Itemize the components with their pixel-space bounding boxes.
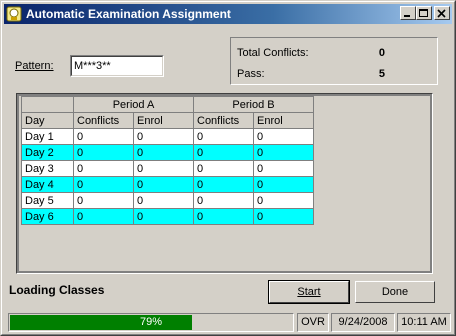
pattern-field-inner bbox=[71, 56, 163, 76]
conflicts-cell[interactable]: 0 bbox=[193, 176, 254, 193]
enrol-cell[interactable]: 0 bbox=[253, 176, 314, 193]
total-conflicts-label: Total Conflicts: bbox=[237, 47, 309, 59]
table-row[interactable]: Day 30000 bbox=[21, 160, 314, 177]
column-header-row: Day Conflicts Enrol Conflicts Enrol bbox=[21, 112, 314, 129]
grid-body: Day 1 0 0 0 0 Day 2 0 0 0 0 Day 3 0 0 0 0 Day 4 0 0 0 0 Day … bbox=[21, 128, 314, 225]
day-cell[interactable]: Day 6 bbox=[21, 208, 74, 225]
conflicts-cell[interactable]: 0 bbox=[73, 144, 134, 161]
table-row[interactable]: Day 50000 bbox=[21, 192, 314, 209]
app-window: Automatic Examination Assignment Pattern… bbox=[0, 0, 456, 336]
enrol-cell[interactable]: 0 bbox=[133, 160, 194, 177]
day-cell[interactable]: Day 1 bbox=[21, 128, 74, 145]
pattern-label-text: Pattern: bbox=[15, 60, 54, 72]
group-header-blank bbox=[21, 96, 74, 113]
enrol-cell[interactable]: 0 bbox=[133, 208, 194, 225]
day-cell[interactable]: Day 3 bbox=[21, 160, 74, 177]
conflicts-cell[interactable]: 0 bbox=[193, 208, 254, 225]
maximize-button[interactable] bbox=[416, 6, 432, 20]
column-header: Day bbox=[21, 112, 74, 129]
date-panel: 9/24/2008 bbox=[331, 313, 395, 332]
conflicts-cell[interactable]: 0 bbox=[73, 128, 134, 145]
title-bar[interactable]: Automatic Examination Assignment bbox=[4, 4, 452, 24]
progress-bar: 79% bbox=[8, 313, 294, 332]
schedule-grid-area[interactable]: Period A Period B Day Conflicts Enrol Co… bbox=[19, 96, 430, 271]
column-header: Enrol bbox=[253, 112, 314, 129]
stats-panel: Total Conflicts: 0 Pass: 5 bbox=[230, 37, 438, 85]
table-row[interactable]: Day 20000 bbox=[21, 144, 314, 161]
pattern-input[interactable] bbox=[72, 57, 162, 75]
enrol-cell[interactable]: 0 bbox=[133, 192, 194, 209]
day-cell[interactable]: Day 5 bbox=[21, 192, 74, 209]
start-button[interactable]: Start bbox=[268, 280, 350, 304]
done-button[interactable]: Done bbox=[355, 281, 435, 303]
conflicts-cell[interactable]: 0 bbox=[193, 128, 254, 145]
enrol-cell[interactable]: 0 bbox=[133, 144, 194, 161]
column-header: Conflicts bbox=[193, 112, 254, 129]
enrol-cell[interactable]: 0 bbox=[253, 160, 314, 177]
enrol-cell[interactable]: 0 bbox=[133, 176, 194, 193]
status-bar: 79% OVR 9/24/2008 10:11 AM bbox=[5, 313, 451, 333]
table-row[interactable]: Day 10000 bbox=[21, 128, 314, 145]
conflicts-cell[interactable]: 0 bbox=[193, 192, 254, 209]
pattern-label: Pattern: bbox=[15, 60, 54, 72]
time-panel: 10:11 AM bbox=[397, 313, 451, 332]
schedule-grid[interactable]: Period A Period B Day Conflicts Enrol Co… bbox=[21, 96, 314, 225]
column-header: Conflicts bbox=[73, 112, 134, 129]
table-row[interactable]: Day 60000 bbox=[21, 208, 314, 225]
minimize-icon bbox=[404, 15, 410, 17]
maximize-icon bbox=[419, 9, 428, 17]
conflicts-cell[interactable]: 0 bbox=[73, 192, 134, 209]
group-header-period-b: Period B bbox=[193, 96, 314, 113]
day-cell[interactable]: Day 4 bbox=[21, 176, 74, 193]
conflicts-cell[interactable]: 0 bbox=[193, 160, 254, 177]
enrol-cell[interactable]: 0 bbox=[253, 144, 314, 161]
progress-text: 79% bbox=[139, 316, 163, 328]
conflicts-cell[interactable]: 0 bbox=[73, 160, 134, 177]
enrol-cell[interactable]: 0 bbox=[253, 192, 314, 209]
total-conflicts-value: 0 bbox=[378, 47, 385, 59]
pattern-field-frame bbox=[70, 55, 164, 77]
group-header-row: Period A Period B bbox=[21, 96, 314, 113]
column-header: Enrol bbox=[133, 112, 194, 129]
schedule-grid-frame: Period A Period B Day Conflicts Enrol Co… bbox=[16, 93, 433, 274]
done-button-label: Done bbox=[381, 286, 409, 298]
start-button-label: Start bbox=[297, 286, 321, 298]
close-icon bbox=[437, 9, 446, 18]
status-message: Loading Classes bbox=[9, 283, 105, 297]
enrol-cell[interactable]: 0 bbox=[253, 128, 314, 145]
conflicts-cell[interactable]: 0 bbox=[73, 176, 134, 193]
enrol-cell[interactable]: 0 bbox=[253, 208, 314, 225]
window-title: Automatic Examination Assignment bbox=[26, 7, 231, 21]
enrol-cell[interactable]: 0 bbox=[133, 128, 194, 145]
conflicts-cell[interactable]: 0 bbox=[193, 144, 254, 161]
pass-label: Pass: bbox=[237, 68, 265, 80]
close-button[interactable] bbox=[434, 6, 450, 20]
group-header-period-a: Period A bbox=[73, 96, 194, 113]
app-icon bbox=[6, 6, 22, 22]
day-cell[interactable]: Day 2 bbox=[21, 144, 74, 161]
table-row[interactable]: Day 40000 bbox=[21, 176, 314, 193]
ovr-indicator: OVR bbox=[297, 313, 329, 332]
conflicts-cell[interactable]: 0 bbox=[73, 208, 134, 225]
pass-value: 5 bbox=[378, 68, 385, 80]
minimize-button[interactable] bbox=[400, 6, 416, 20]
